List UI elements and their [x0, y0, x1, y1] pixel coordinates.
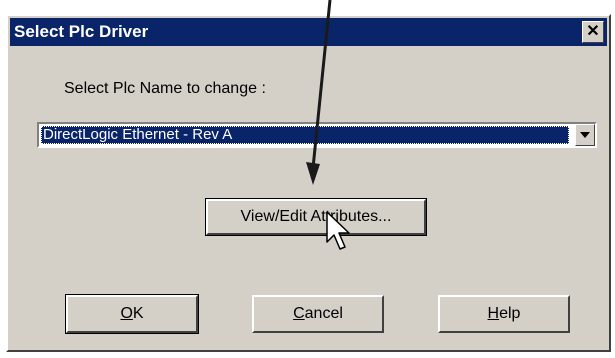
dropdown-arrow-icon[interactable] — [575, 124, 595, 146]
view-edit-attributes-button[interactable]: View/Edit Attributes... — [205, 198, 427, 236]
ok-mnemonic: O — [120, 305, 133, 322]
close-button[interactable]: ✕ — [582, 21, 604, 43]
plc-name-dropdown[interactable]: DirectLogic Ethernet - Rev A — [37, 122, 597, 148]
select-plc-label: Select Plc Name to change : — [64, 80, 266, 97]
window-title: Select Plc Driver — [14, 22, 149, 41]
ok-label-rest: K — [132, 305, 144, 322]
help-button[interactable]: Help — [438, 295, 570, 333]
close-icon: ✕ — [586, 23, 600, 40]
plc-name-selected-value[interactable]: DirectLogic Ethernet - Rev A — [41, 126, 569, 144]
title-bar: Select Plc Driver ✕ — [10, 18, 607, 46]
cancel-mnemonic: C — [293, 305, 305, 322]
cancel-button[interactable]: Cancel — [252, 295, 384, 333]
help-mnemonic: H — [487, 305, 500, 322]
cancel-label-rest: ancel — [304, 305, 343, 322]
help-label-rest: elp — [499, 305, 521, 322]
select-plc-driver-dialog: Select Plc Driver ✕ Select Plc Name to c… — [6, 14, 611, 352]
ok-button[interactable]: OK — [65, 294, 199, 334]
